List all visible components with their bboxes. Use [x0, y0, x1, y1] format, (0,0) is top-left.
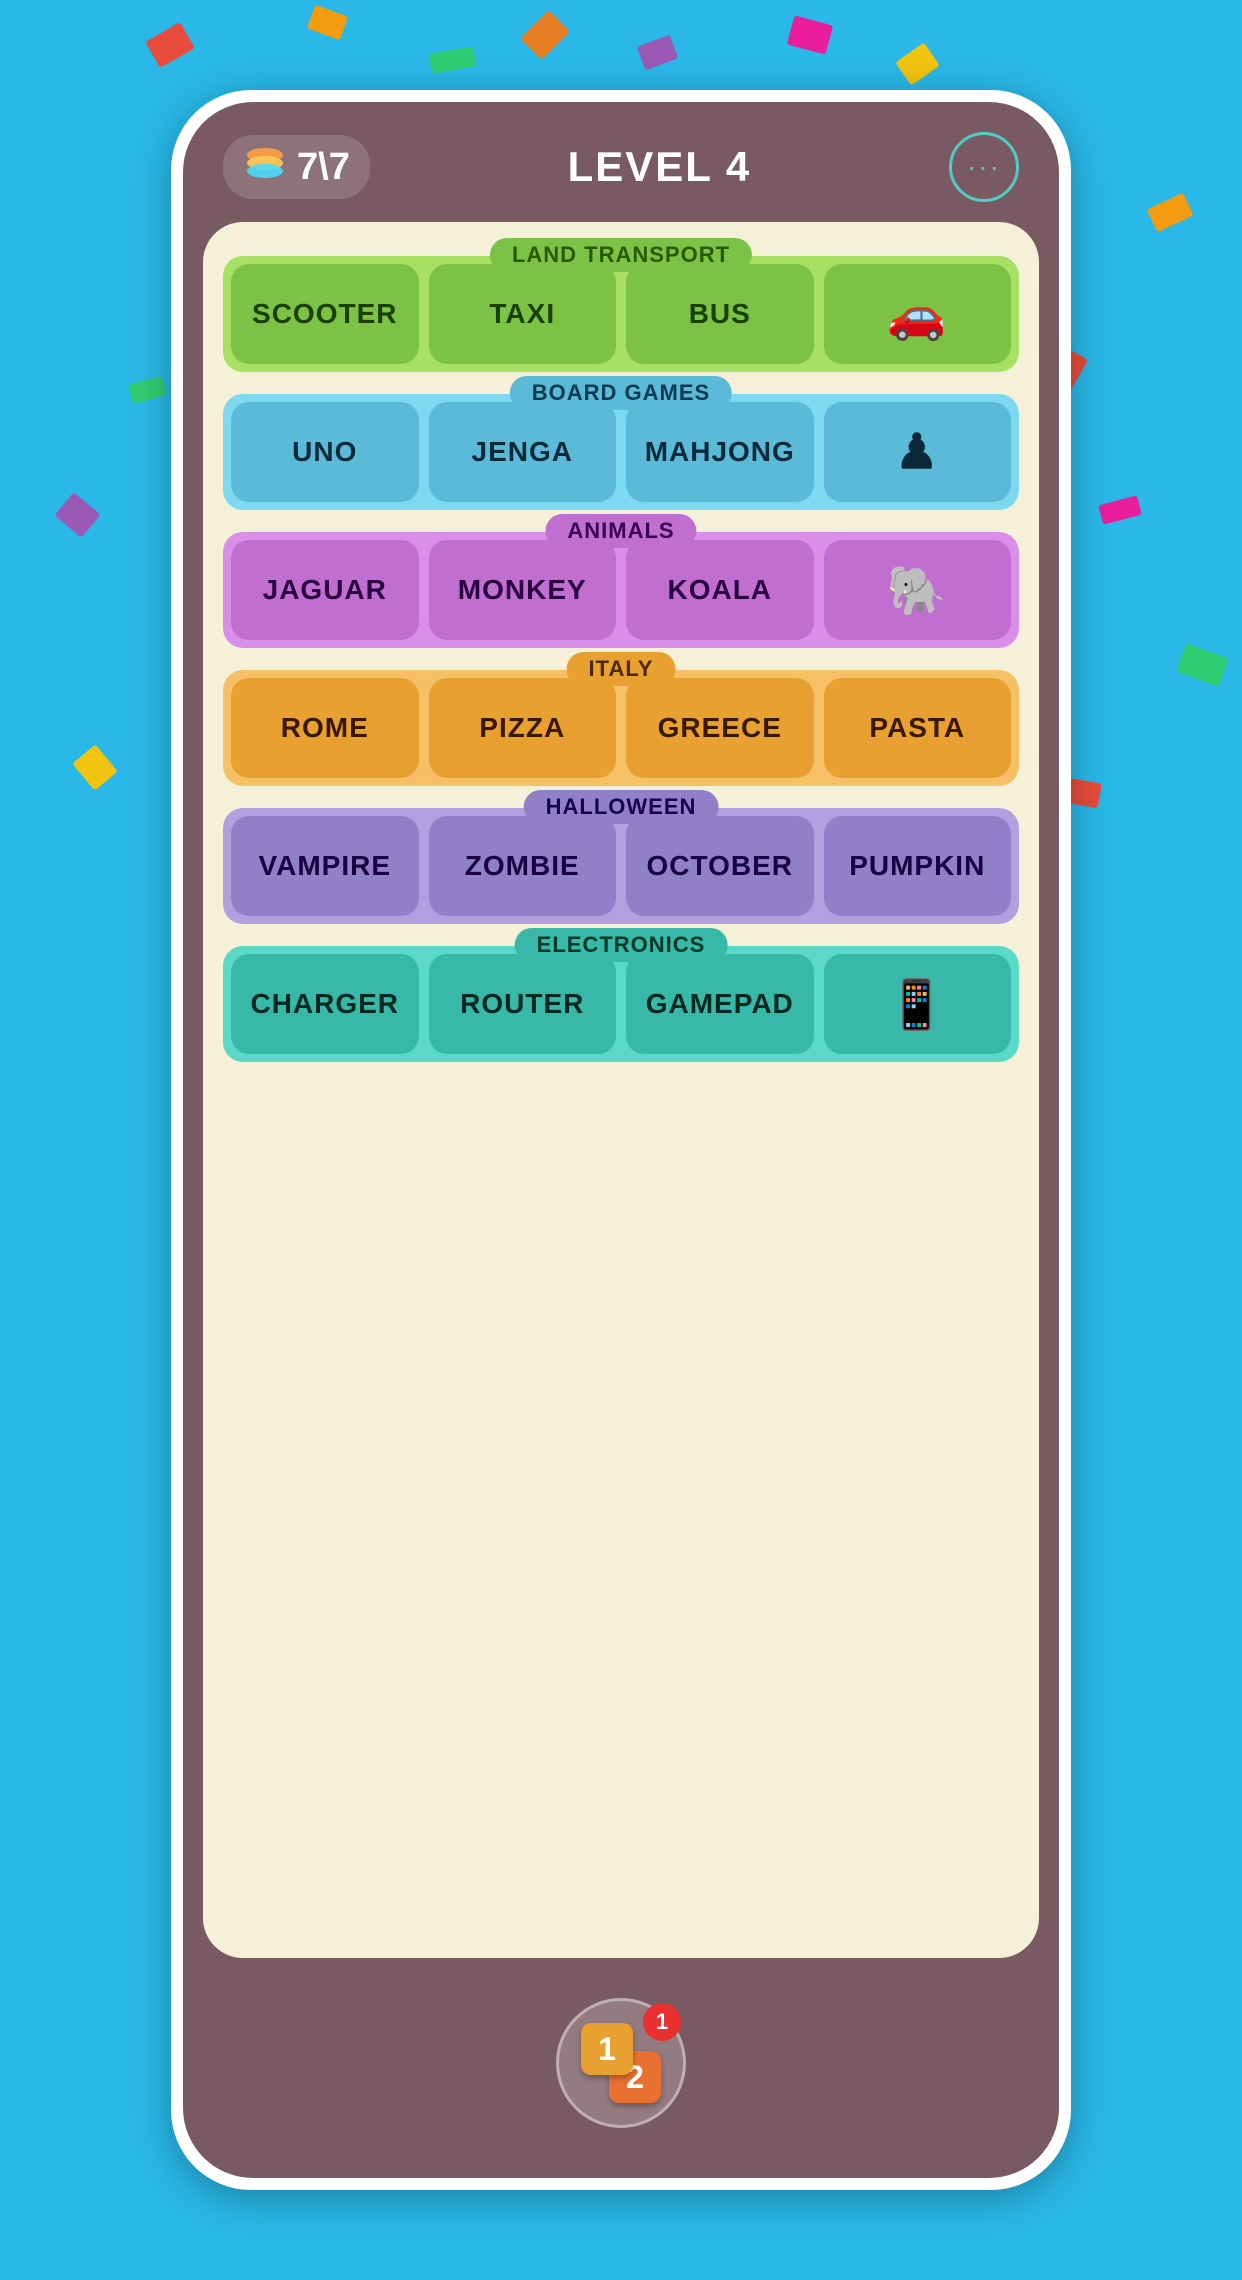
category-label-electronics: ELECTRONICS — [515, 928, 728, 962]
score-badge: 7\7 — [223, 135, 370, 199]
header: 7\7 LEVEL 4 ··· — [183, 102, 1059, 222]
word-tile-charger[interactable]: CHARGER — [231, 954, 419, 1054]
category-label-animals: ANIMALS — [545, 514, 696, 548]
confetti-piece — [1147, 193, 1194, 233]
word-tile-greece[interactable]: GREECE — [626, 678, 814, 778]
menu-button[interactable]: ··· — [949, 132, 1019, 202]
word-tile-chess-icon[interactable]: ♟ — [824, 402, 1012, 502]
word-tile-bus[interactable]: BUS — [626, 264, 814, 364]
category-group-italy: ITALY ROME PIZZA GREECE PASTA — [223, 670, 1019, 786]
category-label-italy: ITALY — [567, 652, 676, 686]
words-row-electronics: CHARGER ROUTER GAMEPAD 📱 — [231, 954, 1011, 1054]
notification-badge: 1 — [643, 2003, 681, 2041]
word-tile-rome[interactable]: ROME — [231, 678, 419, 778]
confetti-piece — [145, 22, 195, 68]
layers-icon — [243, 145, 287, 189]
category-group-animals: ANIMALS JAGUAR MONKEY KOALA 🐘 — [223, 532, 1019, 648]
word-tile-mahjong[interactable]: MAHJONG — [626, 402, 814, 502]
confetti-piece — [72, 744, 117, 790]
category-group-board-games: BOARD GAMES UNO JENGA MAHJONG ♟ — [223, 394, 1019, 510]
word-tile-pasta[interactable]: PASTA — [824, 678, 1012, 778]
words-row-board-games: UNO JENGA MAHJONG ♟ — [231, 402, 1011, 502]
words-row-land-transport: SCOOTER TAXI BUS 🚗 — [231, 264, 1011, 364]
word-tile-router[interactable]: ROUTER — [429, 954, 617, 1054]
words-row-italy: ROME PIZZA GREECE PASTA — [231, 678, 1011, 778]
words-row-halloween: VAMPIRE ZOMBIE OCTOBER PUMPKIN — [231, 816, 1011, 916]
phone-inner: 7\7 LEVEL 4 ··· LAND TRANSPORT SCOOTER T… — [183, 102, 1059, 2178]
confetti-piece — [54, 492, 100, 537]
word-tile-zombie[interactable]: ZOMBIE — [429, 816, 617, 916]
word-tile-jenga[interactable]: JENGA — [429, 402, 617, 502]
word-tile-pizza[interactable]: PIZZA — [429, 678, 617, 778]
word-tile-taxi[interactable]: TAXI — [429, 264, 617, 364]
confetti-piece — [1176, 643, 1229, 687]
confetti-piece — [787, 15, 833, 54]
category-label-board-games: BOARD GAMES — [510, 376, 732, 410]
category-group-halloween: HALLOWEEN VAMPIRE ZOMBIE OCTOBER PUMPKIN — [223, 808, 1019, 924]
word-tile-koala[interactable]: KOALA — [626, 540, 814, 640]
confetti-piece — [1098, 495, 1142, 525]
lives-badge[interactable]: 1 2 1 — [556, 1998, 686, 2128]
word-tile-gamepad[interactable]: GAMEPAD — [626, 954, 814, 1054]
word-tile-jaguar[interactable]: JAGUAR — [231, 540, 419, 640]
word-tile-phone-icon[interactable]: 📱 — [824, 954, 1012, 1054]
confetti-piece — [637, 35, 678, 70]
confetti-piece — [429, 46, 477, 74]
word-tile-october[interactable]: OCTOBER — [626, 816, 814, 916]
phone-frame: 7\7 LEVEL 4 ··· LAND TRANSPORT SCOOTER T… — [171, 90, 1071, 2190]
category-group-electronics: ELECTRONICS CHARGER ROUTER GAMEPAD 📱 — [223, 946, 1019, 1062]
score-display: 7\7 — [297, 146, 350, 189]
word-tile-car-icon[interactable]: 🚗 — [824, 264, 1012, 364]
word-tile-vampire[interactable]: VAMPIRE — [231, 816, 419, 916]
word-tile-monkey[interactable]: MONKEY — [429, 540, 617, 640]
words-row-animals: JAGUAR MONKEY KOALA 🐘 — [231, 540, 1011, 640]
bottom-area: 1 2 1 — [183, 1958, 1059, 2178]
confetti-piece — [520, 10, 569, 59]
category-label-land-transport: LAND TRANSPORT — [490, 238, 752, 272]
confetti-piece — [128, 376, 167, 404]
confetti-piece — [895, 42, 940, 85]
word-tile-pumpkin[interactable]: PUMPKIN — [824, 816, 1012, 916]
menu-dots-icon: ··· — [967, 151, 1001, 183]
category-group-land-transport: LAND TRANSPORT SCOOTER TAXI BUS 🚗 — [223, 256, 1019, 372]
word-tile-uno[interactable]: UNO — [231, 402, 419, 502]
word-tile-elephant-icon[interactable]: 🐘 — [824, 540, 1012, 640]
tile-1: 1 — [581, 2023, 633, 2075]
level-title: LEVEL 4 — [568, 143, 752, 191]
word-tile-scooter[interactable]: SCOOTER — [231, 264, 419, 364]
category-label-halloween: HALLOWEEN — [524, 790, 719, 824]
game-area: LAND TRANSPORT SCOOTER TAXI BUS 🚗 BOARD … — [203, 222, 1039, 1958]
confetti-piece — [307, 5, 348, 40]
